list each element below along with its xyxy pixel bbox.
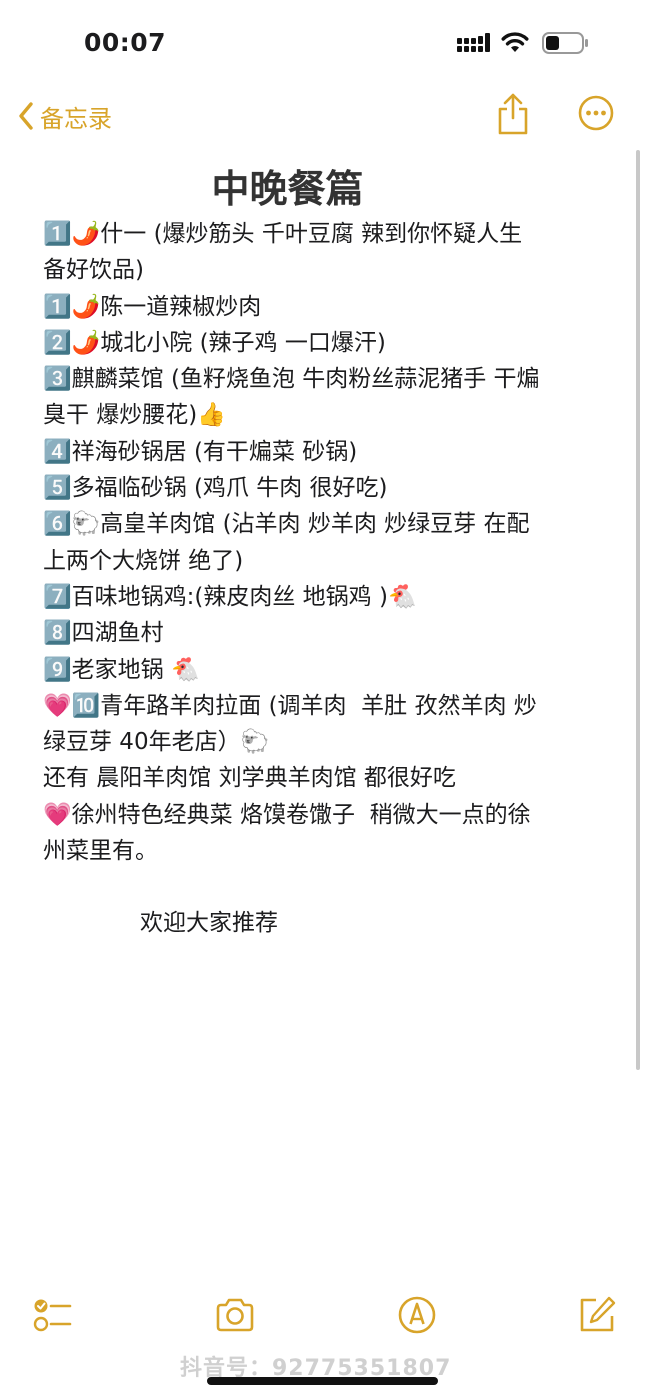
note-line: 7️⃣百味地锅鸡:(辣皮肉丝 地锅鸡 )🐔 bbox=[43, 583, 417, 610]
bottom-toolbar bbox=[0, 1290, 645, 1340]
camera-icon[interactable] bbox=[214, 1294, 256, 1336]
status-bar: 00:07 bbox=[0, 0, 645, 80]
note-line: 还有 晨阳羊肉馆 刘学典羊肉馆 都很好吃 bbox=[43, 765, 456, 792]
checklist-icon[interactable] bbox=[32, 1294, 74, 1336]
note-line: 2️⃣🌶️城北小院 (辣子鸡 一口爆汗) bbox=[43, 329, 386, 356]
note-line: 9️⃣老家地锅 🐔 bbox=[43, 656, 200, 683]
note-title[interactable]: 中晚餐篇 bbox=[0, 158, 575, 213]
back-label: 备忘录 bbox=[40, 104, 112, 133]
share-icon[interactable] bbox=[496, 92, 530, 136]
note-line: 上两个大烧饼 绝了) bbox=[43, 547, 244, 574]
note-line: 6️⃣🐑高皇羊肉馆 (沾羊肉 炒羊肉 炒绿豆芽 在配 bbox=[43, 511, 530, 538]
cellular-signal-icon bbox=[457, 33, 490, 52]
note-line: 5️⃣多福临砂锅 (鸡爪 牛肉 很好吃) bbox=[43, 475, 388, 502]
chevron-left-icon bbox=[19, 102, 33, 130]
note-line: 💗徐州特色经典菜 烙馍卷馓子 稍微大一点的徐 bbox=[43, 801, 531, 828]
note-line: 4️⃣祥海砂锅居 (有干煸菜 砂锅) bbox=[43, 438, 358, 465]
battery-icon bbox=[542, 32, 588, 54]
note-line: 1️⃣🌶️陈一道辣椒炒肉 bbox=[43, 293, 262, 320]
home-indicator[interactable] bbox=[207, 1377, 438, 1385]
note-line: 3️⃣麒麟菜馆 (鱼籽烧鱼泡 牛肉粉丝蒜泥猪手 干煸 bbox=[43, 366, 540, 393]
note-line: 8️⃣四湖鱼村 bbox=[43, 620, 164, 647]
note-line: 💗🔟青年路羊肉拉面 (调羊肉 羊肚 孜然羊肉 炒 bbox=[43, 692, 537, 719]
note-closing: 欢迎大家推荐 bbox=[140, 910, 278, 937]
note-body[interactable]: 1️⃣🌶️什一 (爆炒筋头 千叶豆腐 辣到你怀疑人生 备好饮品) 1️⃣🌶️陈一… bbox=[43, 216, 603, 942]
status-time: 00:07 bbox=[84, 28, 167, 57]
note-line: 1️⃣🌶️什一 (爆炒筋头 千叶豆腐 辣到你怀疑人生 bbox=[43, 221, 523, 247]
scroll-indicator[interactable] bbox=[636, 150, 640, 1070]
markup-pen-icon[interactable] bbox=[396, 1294, 438, 1336]
note-line: 绿豆芽 40年老店）🐑 bbox=[43, 729, 270, 756]
note-line: 州菜里有。 bbox=[43, 838, 158, 865]
note-line: 臭干 爆炒腰花)👍 bbox=[43, 402, 226, 429]
wifi-icon bbox=[501, 32, 529, 52]
nav-bar: 备忘录 bbox=[0, 88, 645, 144]
back-button[interactable]: 备忘录 bbox=[18, 96, 112, 136]
ellipsis-circle-icon[interactable] bbox=[577, 94, 615, 132]
note-line: 备好饮品) bbox=[43, 257, 144, 284]
compose-icon[interactable] bbox=[576, 1294, 618, 1336]
